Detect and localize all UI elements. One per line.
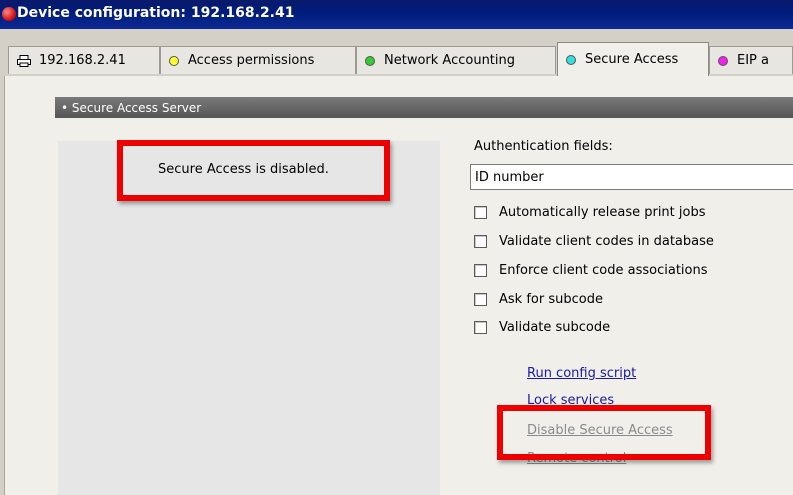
option-validate-subcode[interactable]: Validate subcode (474, 320, 610, 335)
tab-network-accounting[interactable]: Network Accounting (356, 46, 556, 74)
option-label: Ask for subcode (499, 292, 603, 307)
run-config-script-link[interactable]: Run config script (527, 366, 636, 381)
auth-fields-label: Authentication fields: (474, 139, 613, 154)
option-validate-client-codes[interactable]: Validate client codes in database (474, 234, 714, 249)
green-dot-icon (365, 55, 375, 66)
tab-label: EIP a (737, 53, 769, 68)
checkbox[interactable] (474, 293, 487, 306)
highlight-box-status (117, 140, 390, 201)
option-label: Enforce client code associations (499, 263, 708, 278)
tab-access-permissions[interactable]: Access permissions (160, 46, 356, 74)
tab-label: 192.168.2.41 (39, 53, 126, 68)
tab-label: Access permissions (188, 53, 315, 68)
printer-icon (17, 54, 31, 67)
cyan-dot-icon (566, 54, 576, 65)
yellow-dot-icon (169, 55, 179, 66)
tab-label: Secure Access (585, 52, 679, 67)
section-header: • Secure Access Server (55, 97, 793, 118)
checkbox[interactable] (474, 321, 487, 334)
option-label: Validate client codes in database (499, 234, 714, 249)
checkbox[interactable] (474, 235, 487, 248)
checkbox[interactable] (474, 206, 487, 219)
option-auto-release[interactable]: Automatically release print jobs (474, 205, 706, 220)
checkbox[interactable] (474, 264, 487, 277)
auth-fields-input[interactable]: ID number (470, 164, 793, 190)
option-label: Automatically release print jobs (499, 205, 706, 220)
option-enforce-associations[interactable]: Enforce client code associations (474, 263, 708, 278)
option-ask-subcode[interactable]: Ask for subcode (474, 292, 603, 307)
highlight-box-disable-link (497, 405, 711, 460)
option-label: Validate subcode (499, 320, 611, 335)
tab-secure-access[interactable]: Secure Access (557, 42, 709, 76)
tab-strip: 192.168.2.41 Access permissions Network … (0, 29, 793, 76)
window-titlebar: Device configuration: 192.168.2.41 (0, 0, 793, 29)
tab-device-ip[interactable]: 192.168.2.41 (8, 46, 160, 74)
tab-eip[interactable]: EIP a (709, 46, 793, 74)
magenta-dot-icon (718, 55, 728, 66)
tab-label: Network Accounting (384, 53, 516, 68)
app-icon (2, 7, 16, 21)
window-title: Device configuration: 192.168.2.41 (17, 5, 295, 21)
